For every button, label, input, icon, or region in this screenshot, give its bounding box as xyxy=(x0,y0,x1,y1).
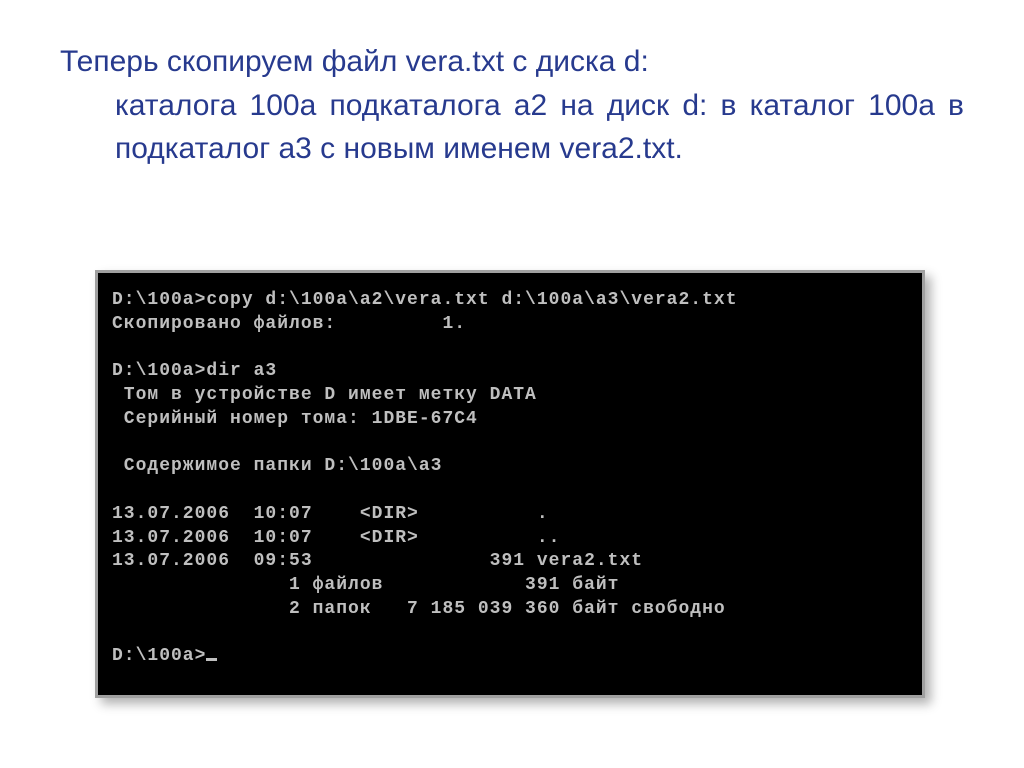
term-l9: 13.07.2006 10:07 <DIR> . xyxy=(112,504,549,524)
caption-rest: каталога 100а подкаталога а2 на диск d: … xyxy=(60,84,964,171)
term-l10: 13.07.2006 10:07 <DIR> .. xyxy=(112,528,560,548)
term-l3: D:\100a>dir a3 xyxy=(112,361,277,381)
term-l13: 2 папок 7 185 039 360 байт свободно xyxy=(112,599,726,619)
term-l0: D:\100a>copy d:\100a\a2\vera.txt d:\100a… xyxy=(112,290,738,310)
term-l4: Том в устройстве D имеет метку DATA xyxy=(112,385,537,405)
term-l5: Серийный номер тома: 1DBE-67C4 xyxy=(112,409,478,429)
term-l1: Скопировано файлов: 1. xyxy=(112,314,466,334)
term-l15: D:\100a> xyxy=(112,646,206,666)
term-l12: 1 файлов 391 байт xyxy=(112,575,619,595)
slide: Теперь скопируем файл vera.txt с диска d… xyxy=(0,0,1024,768)
term-l11: 13.07.2006 09:53 391 vera2.txt xyxy=(112,551,643,571)
term-l7: Содержимое папки D:\100a\a3 xyxy=(112,456,442,476)
terminal-output: D:\100a>copy d:\100a\a2\vera.txt d:\100a… xyxy=(112,289,908,669)
cursor-icon xyxy=(206,658,217,661)
slide-caption: Теперь скопируем файл vera.txt с диска d… xyxy=(60,40,964,171)
terminal-window: D:\100a>copy d:\100a\a2\vera.txt d:\100a… xyxy=(95,270,925,698)
caption-line1: Теперь скопируем файл vera.txt с диска d… xyxy=(60,45,649,78)
